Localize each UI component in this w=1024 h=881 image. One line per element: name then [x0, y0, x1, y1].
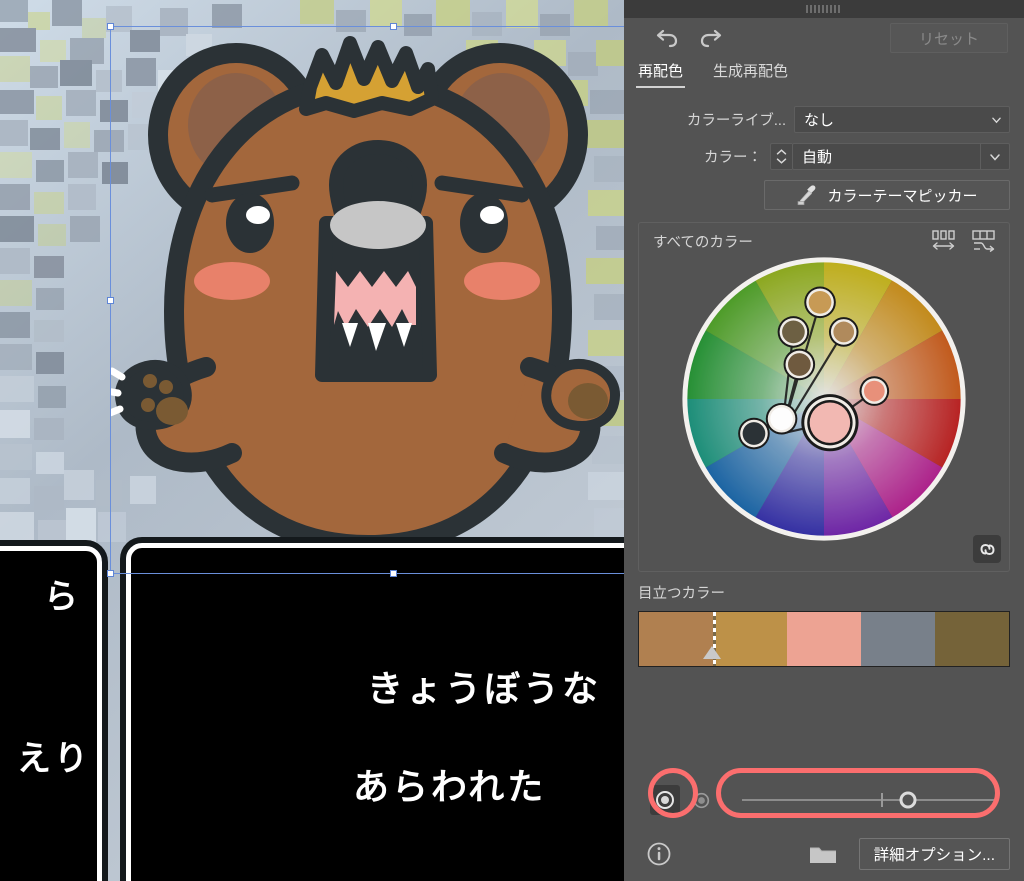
- panel-tabs: 再配色 生成再配色: [624, 60, 1024, 94]
- dialog-left[interactable]: ら えり: [0, 540, 108, 881]
- wheel-marker-gold: [804, 286, 836, 319]
- swatch-olive[interactable]: [935, 612, 1009, 666]
- panel-form: カラーライブ... なし カラー： 自動 カラーテーマピッカー: [624, 94, 1024, 210]
- dialog-right-line-2: あらわれた: [353, 767, 547, 808]
- dialog-left-line-1: ら: [44, 577, 81, 617]
- tab-recolor-label: 再配色: [638, 63, 684, 80]
- colors-count-select[interactable]: 自動: [792, 143, 980, 170]
- dialog-right-line-1: きょうぼうな: [367, 669, 602, 710]
- selection-handle-bottom-left[interactable]: [107, 570, 114, 577]
- panel-footer: 詳細オプション...: [624, 827, 1024, 881]
- selection-handle-top-mid[interactable]: [390, 23, 397, 30]
- colors-count-label: カラー：: [704, 150, 762, 166]
- recolor-target-icon: [656, 791, 674, 809]
- redo-button[interactable]: [696, 24, 728, 54]
- undo-icon: [656, 29, 678, 48]
- swatch-gold[interactable]: [713, 612, 787, 666]
- tab-generative-recolor-label: 生成再配色: [713, 63, 789, 80]
- advanced-options-button[interactable]: 詳細オプション...: [858, 838, 1010, 870]
- panel-titlebar[interactable]: [624, 0, 1024, 18]
- swatch-divider-thumb[interactable]: [703, 646, 722, 659]
- dialog-left-line-2: えり: [17, 739, 91, 779]
- selection-handle-bottom-mid[interactable]: [390, 570, 397, 577]
- selection-handle-mid-left[interactable]: [107, 297, 114, 304]
- panel-drag-handle[interactable]: [806, 5, 842, 13]
- mode-adjust-button[interactable]: [686, 785, 716, 815]
- link-harmony-colors-button[interactable]: [973, 535, 1001, 563]
- redo-icon: [700, 29, 722, 48]
- stepper-down-icon: [776, 158, 787, 164]
- wheel-marker-dark-olive: [777, 316, 810, 348]
- info-icon[interactable]: [646, 841, 672, 867]
- undo-button[interactable]: [650, 24, 682, 54]
- adjust-target-icon: [693, 792, 709, 808]
- swatch-gray[interactable]: [861, 612, 935, 666]
- prominent-colors-section: 目立つカラー: [638, 582, 1010, 667]
- wheel-marker-brown: [783, 348, 816, 381]
- selection-handle-top-left[interactable]: [107, 23, 114, 30]
- color-library-select[interactable]: なし: [794, 106, 1010, 133]
- chevron-down-icon: [990, 153, 1000, 161]
- color-library-value: なし: [804, 112, 835, 129]
- wheel-marker-white: [765, 402, 798, 435]
- colors-count-stepper[interactable]: [770, 143, 792, 170]
- prominent-colors-title: 目立つカラー: [638, 586, 725, 602]
- color-slider-track: [742, 799, 998, 801]
- swatch-salmon[interactable]: [787, 612, 861, 666]
- link-icon: [979, 543, 995, 555]
- row-colors-count: カラー： 自動: [638, 143, 1010, 170]
- tab-recolor[interactable]: 再配色: [636, 60, 686, 88]
- tab-generative-recolor[interactable]: 生成再配色: [711, 60, 790, 86]
- color-slider-thumb[interactable]: [899, 791, 917, 809]
- chevron-down-icon: [992, 117, 1001, 123]
- colors-count-dropdown-button[interactable]: [980, 143, 1010, 170]
- color-theme-picker-button[interactable]: カラーテーマピッカー: [764, 180, 1010, 210]
- color-wheel-section: すべてのカラー: [638, 222, 1010, 572]
- color-wheel[interactable]: [676, 251, 972, 547]
- dialog-right[interactable]: きょうぼうな あらわれた: [120, 537, 624, 881]
- wheel-marker-tan: [828, 317, 859, 347]
- advanced-options-label: 詳細オプション...: [873, 847, 995, 864]
- color-library-label: カラーライブ...: [686, 113, 786, 129]
- color-slider[interactable]: [734, 785, 1006, 815]
- wheel-marker-salmon: [859, 376, 890, 406]
- reset-button[interactable]: リセット: [890, 23, 1008, 53]
- mode-recolor-button[interactable]: [650, 785, 680, 815]
- row-color-library: カラーライブ... なし: [638, 106, 1010, 133]
- artboard-canvas[interactable]: ら えり きょうぼうな あらわれた: [0, 0, 624, 881]
- reset-button-label: リセット: [918, 30, 979, 48]
- eyedropper-icon: [798, 185, 816, 206]
- swatch-brown[interactable]: [639, 612, 713, 666]
- color-theme-picker-label: カラーテーマピッカー: [827, 187, 978, 205]
- randomize-color-order-icon[interactable]: [971, 229, 997, 253]
- panel-header: リセット: [624, 18, 1024, 60]
- recolor-mode-slider-row: [624, 777, 1024, 823]
- bear-artwork[interactable]: [110, 25, 624, 573]
- distribute-color-evenly-icon[interactable]: [931, 229, 957, 253]
- prominent-colors-bar[interactable]: [638, 611, 1010, 667]
- color-wheel-title: すべてのカラー: [653, 235, 753, 251]
- color-wheel-tools: [931, 229, 997, 253]
- recolor-artwork-panel: リセット 再配色 生成再配色 カラーライブ... なし カラー： 自動 カラーテ…: [624, 0, 1024, 881]
- wheel-marker-pink-main-selected: [801, 394, 859, 452]
- folder-icon[interactable]: [809, 843, 837, 865]
- wheel-marker-near-black: [738, 417, 770, 450]
- color-slider-tick: [881, 793, 884, 807]
- colors-count-value: 自動: [802, 149, 833, 166]
- stepper-up-icon: [776, 149, 787, 155]
